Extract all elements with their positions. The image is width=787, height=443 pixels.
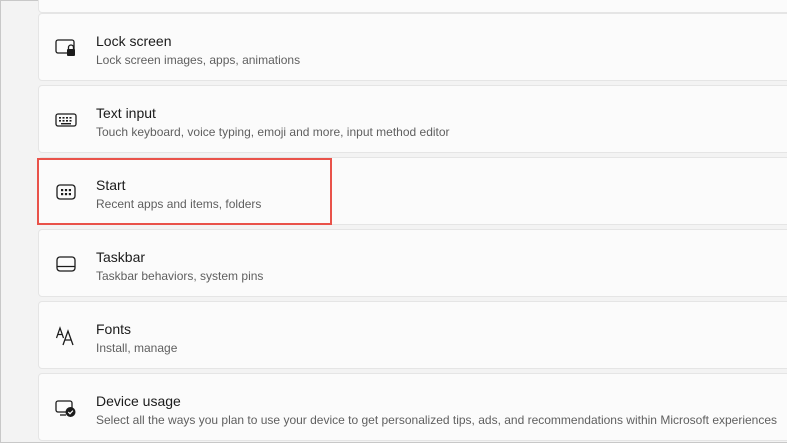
start-menu-icon xyxy=(55,182,77,202)
taskbar-icon xyxy=(55,254,77,274)
device-usage-icon xyxy=(55,398,77,418)
start-title: Start xyxy=(96,177,126,193)
fonts-icon xyxy=(55,326,77,346)
keyboard-icon xyxy=(55,110,77,130)
text-input-title: Text input xyxy=(96,105,156,121)
lock-screen-title: Lock screen xyxy=(96,33,172,49)
previous-setting-card[interactable] xyxy=(38,0,787,13)
fonts-subtitle: Install, manage xyxy=(96,341,178,355)
device-usage-title: Device usage xyxy=(96,393,181,409)
lock-screen-subtitle: Lock screen images, apps, animations xyxy=(96,53,301,67)
device-usage-card[interactable]: Device usage Select all the ways you pla… xyxy=(38,373,787,441)
lock-screen-icon xyxy=(55,38,77,58)
start-card[interactable]: Start Recent apps and items, folders xyxy=(38,157,787,225)
text-input-subtitle: Touch keyboard, voice typing, emoji and … xyxy=(96,125,450,139)
text-input-card[interactable]: Text input Touch keyboard, voice typing,… xyxy=(38,85,787,153)
lock-screen-card[interactable]: Lock screen Lock screen images, apps, an… xyxy=(38,13,787,81)
fonts-card[interactable]: Fonts Install, manage xyxy=(38,301,787,369)
fonts-title: Fonts xyxy=(96,321,132,337)
taskbar-title: Taskbar xyxy=(96,249,146,265)
taskbar-subtitle: Taskbar behaviors, system pins xyxy=(96,269,264,283)
device-usage-subtitle: Select all the ways you plan to use your… xyxy=(96,413,778,427)
taskbar-card[interactable]: Taskbar Taskbar behaviors, system pins xyxy=(38,229,787,297)
start-subtitle: Recent apps and items, folders xyxy=(96,197,262,211)
